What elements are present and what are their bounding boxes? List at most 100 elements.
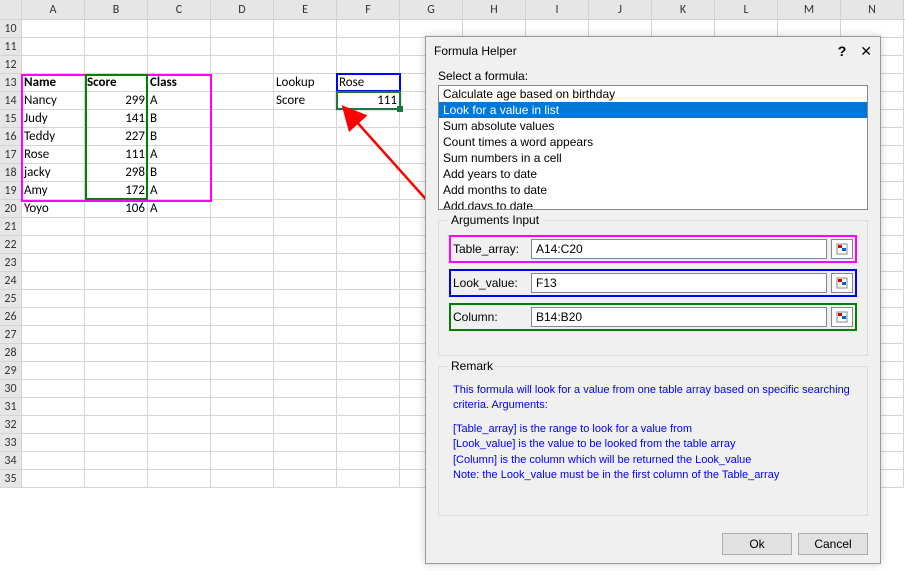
column-header-N[interactable]: N bbox=[841, 0, 904, 19]
cell-C18[interactable]: B bbox=[148, 164, 211, 182]
cell-D31[interactable] bbox=[211, 398, 274, 416]
cell-B30[interactable] bbox=[85, 380, 148, 398]
cell-A22[interactable] bbox=[22, 236, 85, 254]
row-header-17[interactable]: 17 bbox=[0, 146, 22, 164]
cell-A26[interactable] bbox=[22, 308, 85, 326]
cell-D32[interactable] bbox=[211, 416, 274, 434]
row-header-13[interactable]: 13 bbox=[0, 74, 22, 92]
cell-B19[interactable]: 172 bbox=[85, 182, 148, 200]
column-header-K[interactable]: K bbox=[652, 0, 715, 19]
cell-B26[interactable] bbox=[85, 308, 148, 326]
row-header-29[interactable]: 29 bbox=[0, 362, 22, 380]
cell-B28[interactable] bbox=[85, 344, 148, 362]
ok-button[interactable]: Ok bbox=[722, 533, 792, 555]
cell-E10[interactable] bbox=[274, 20, 337, 38]
cell-B24[interactable] bbox=[85, 272, 148, 290]
row-header-24[interactable]: 24 bbox=[0, 272, 22, 290]
cell-F33[interactable] bbox=[337, 434, 400, 452]
cell-D20[interactable] bbox=[211, 200, 274, 218]
column-header-I[interactable]: I bbox=[526, 0, 589, 19]
cell-C12[interactable] bbox=[148, 56, 211, 74]
formula-item[interactable]: Sum absolute values bbox=[439, 118, 867, 134]
cell-C10[interactable] bbox=[148, 20, 211, 38]
cell-F28[interactable] bbox=[337, 344, 400, 362]
row-header-21[interactable]: 21 bbox=[0, 218, 22, 236]
column-header-J[interactable]: J bbox=[589, 0, 652, 19]
column-header-B[interactable]: B bbox=[85, 0, 148, 19]
cell-B34[interactable] bbox=[85, 452, 148, 470]
cell-A20[interactable]: Yoyo bbox=[22, 200, 85, 218]
cell-F24[interactable] bbox=[337, 272, 400, 290]
cell-B31[interactable] bbox=[85, 398, 148, 416]
cell-B16[interactable]: 227 bbox=[85, 128, 148, 146]
row-header-25[interactable]: 25 bbox=[0, 290, 22, 308]
cell-D15[interactable] bbox=[211, 110, 274, 128]
row-header-31[interactable]: 31 bbox=[0, 398, 22, 416]
cell-F35[interactable] bbox=[337, 470, 400, 488]
cell-D27[interactable] bbox=[211, 326, 274, 344]
cell-A31[interactable] bbox=[22, 398, 85, 416]
cell-B22[interactable] bbox=[85, 236, 148, 254]
cell-C31[interactable] bbox=[148, 398, 211, 416]
cell-A13[interactable]: Name bbox=[22, 74, 85, 92]
formula-item[interactable]: Count times a word appears bbox=[439, 134, 867, 150]
cell-F21[interactable] bbox=[337, 218, 400, 236]
cell-C21[interactable] bbox=[148, 218, 211, 236]
cell-A17[interactable]: Rose bbox=[22, 146, 85, 164]
arg-column-input[interactable] bbox=[531, 307, 827, 327]
cell-A30[interactable] bbox=[22, 380, 85, 398]
column-header-G[interactable]: G bbox=[400, 0, 463, 19]
cell-C23[interactable] bbox=[148, 254, 211, 272]
cell-C34[interactable] bbox=[148, 452, 211, 470]
cell-D30[interactable] bbox=[211, 380, 274, 398]
cell-A28[interactable] bbox=[22, 344, 85, 362]
cell-B23[interactable] bbox=[85, 254, 148, 272]
ref-picker-look-value[interactable] bbox=[831, 273, 853, 293]
column-header-H[interactable]: H bbox=[463, 0, 526, 19]
cell-B32[interactable] bbox=[85, 416, 148, 434]
cell-B14[interactable]: 299 bbox=[85, 92, 148, 110]
cell-E26[interactable] bbox=[274, 308, 337, 326]
cell-C19[interactable]: A bbox=[148, 182, 211, 200]
cell-B18[interactable]: 298 bbox=[85, 164, 148, 182]
cell-F14[interactable]: 111 bbox=[337, 92, 400, 110]
cell-B15[interactable]: 141 bbox=[85, 110, 148, 128]
cell-C14[interactable]: A bbox=[148, 92, 211, 110]
cell-A25[interactable] bbox=[22, 290, 85, 308]
cell-F12[interactable] bbox=[337, 56, 400, 74]
cell-A19[interactable]: Amy bbox=[22, 182, 85, 200]
cell-E33[interactable] bbox=[274, 434, 337, 452]
cell-C15[interactable]: B bbox=[148, 110, 211, 128]
row-header-30[interactable]: 30 bbox=[0, 380, 22, 398]
cell-A24[interactable] bbox=[22, 272, 85, 290]
cell-E25[interactable] bbox=[274, 290, 337, 308]
cell-E13[interactable]: Lookup bbox=[274, 74, 337, 92]
column-header-F[interactable]: F bbox=[337, 0, 400, 19]
cell-D33[interactable] bbox=[211, 434, 274, 452]
cell-B29[interactable] bbox=[85, 362, 148, 380]
cell-B12[interactable] bbox=[85, 56, 148, 74]
cell-C16[interactable]: B bbox=[148, 128, 211, 146]
row-header-23[interactable]: 23 bbox=[0, 254, 22, 272]
cell-A18[interactable]: jacky bbox=[22, 164, 85, 182]
cell-E22[interactable] bbox=[274, 236, 337, 254]
cell-C13[interactable]: Class bbox=[148, 74, 211, 92]
cell-A15[interactable]: Judy bbox=[22, 110, 85, 128]
column-header-L[interactable]: L bbox=[715, 0, 778, 19]
cell-B17[interactable]: 111 bbox=[85, 146, 148, 164]
cell-A32[interactable] bbox=[22, 416, 85, 434]
row-header-16[interactable]: 16 bbox=[0, 128, 22, 146]
cell-B35[interactable] bbox=[85, 470, 148, 488]
cell-B33[interactable] bbox=[85, 434, 148, 452]
cell-D22[interactable] bbox=[211, 236, 274, 254]
cell-C25[interactable] bbox=[148, 290, 211, 308]
cell-A21[interactable] bbox=[22, 218, 85, 236]
cell-A16[interactable]: Teddy bbox=[22, 128, 85, 146]
column-header-A[interactable]: A bbox=[22, 0, 85, 19]
formula-item[interactable]: Add years to date bbox=[439, 166, 867, 182]
cell-E12[interactable] bbox=[274, 56, 337, 74]
column-header-D[interactable]: D bbox=[211, 0, 274, 19]
cell-D34[interactable] bbox=[211, 452, 274, 470]
cell-C30[interactable] bbox=[148, 380, 211, 398]
cell-E27[interactable] bbox=[274, 326, 337, 344]
